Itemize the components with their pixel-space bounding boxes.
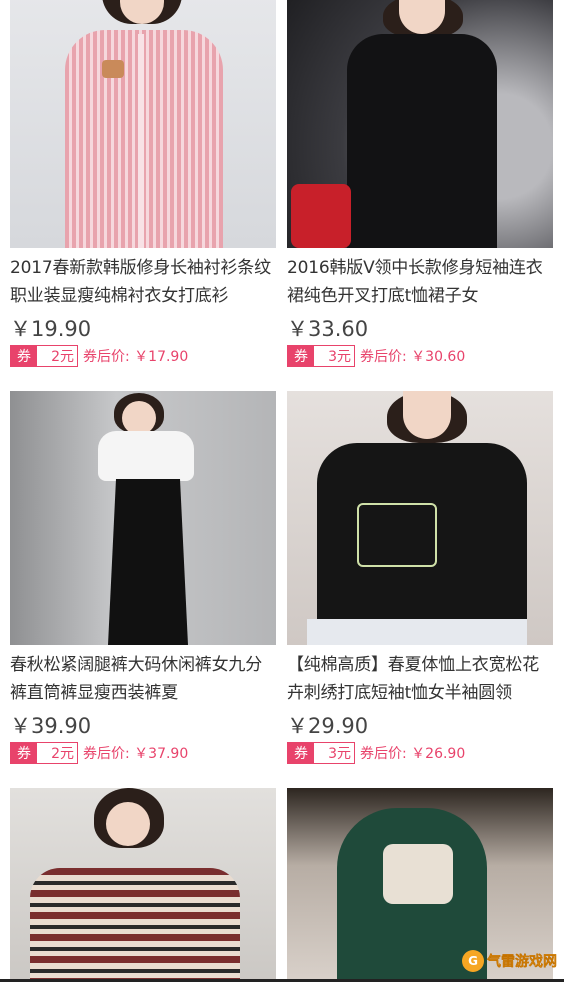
coupon-amount: 2元 bbox=[37, 346, 77, 366]
after-coupon-price: 券后价: ￥17.90 bbox=[83, 349, 189, 365]
coupon-badge[interactable]: 券 2元 bbox=[10, 742, 78, 764]
after-coupon-price: 券后价: ￥30.60 bbox=[360, 349, 466, 365]
product-card[interactable]: 春秋松紧阔腿裤大码休闲裤女九分裤直筒裤显瘦西装裤夏 ￥39.90 券 2元 券后… bbox=[10, 391, 276, 765]
product-card[interactable]: 【纯棉高质】春夏体恤上衣宽松花卉刺绣打底短袖t恤女半袖圆领 ￥29.90 券 3… bbox=[287, 391, 553, 765]
watermark-logo-icon: G bbox=[462, 950, 484, 972]
product-grid-screen: 2017春新款韩版修身长袖衬衫条纹职业装显瘦纯棉衬衣女打底衫 ￥19.90 券 … bbox=[0, 0, 564, 982]
product-card[interactable]: 2017春新款韩版修身长袖衬衫条纹职业装显瘦纯棉衬衣女打底衫 ￥19.90 券 … bbox=[10, 0, 276, 368]
product-card[interactable] bbox=[10, 788, 276, 982]
product-image[interactable] bbox=[10, 0, 276, 248]
coupon-tag: 券 bbox=[11, 346, 37, 366]
watermark-text: 气雷游戏网 bbox=[487, 954, 557, 970]
coupon-badge[interactable]: 券 3元 bbox=[287, 742, 355, 764]
product-image[interactable] bbox=[287, 391, 553, 645]
coupon-tag: 券 bbox=[288, 743, 314, 763]
coupon-tag: 券 bbox=[11, 743, 37, 763]
product-title[interactable]: 春秋松紧阔腿裤大码休闲裤女九分裤直筒裤显瘦西装裤夏 bbox=[10, 651, 276, 707]
product-image[interactable] bbox=[10, 788, 276, 982]
coupon-tag: 券 bbox=[288, 346, 314, 366]
after-coupon-price: 券后价: ￥26.90 bbox=[360, 746, 466, 762]
product-price: ￥29.90 bbox=[287, 714, 369, 738]
product-price: ￥19.90 bbox=[10, 317, 92, 341]
coupon-amount: 3元 bbox=[314, 346, 354, 366]
coupon-badge[interactable]: 券 3元 bbox=[287, 345, 355, 367]
product-title[interactable]: 【纯棉高质】春夏体恤上衣宽松花卉刺绣打底短袖t恤女半袖圆领 bbox=[287, 651, 553, 707]
product-title[interactable]: 2017春新款韩版修身长袖衬衫条纹职业装显瘦纯棉衬衣女打底衫 bbox=[10, 254, 276, 310]
after-coupon-price: 券后价: ￥37.90 bbox=[83, 746, 189, 762]
coupon-amount: 2元 bbox=[37, 743, 77, 763]
product-title[interactable]: 2016韩版V领中长款修身短袖连衣裙纯色开叉打底t恤裙子女 bbox=[287, 254, 553, 310]
product-image[interactable] bbox=[10, 391, 276, 645]
product-price: ￥33.60 bbox=[287, 317, 369, 341]
coupon-amount: 3元 bbox=[314, 743, 354, 763]
site-watermark: G 气雷游戏网 bbox=[462, 948, 558, 974]
product-price: ￥39.90 bbox=[10, 714, 92, 738]
coupon-badge[interactable]: 券 2元 bbox=[10, 345, 78, 367]
product-card[interactable]: 2016韩版V领中长款修身短袖连衣裙纯色开叉打底t恤裙子女 ￥33.60 券 3… bbox=[287, 0, 553, 368]
product-image[interactable] bbox=[287, 0, 553, 248]
